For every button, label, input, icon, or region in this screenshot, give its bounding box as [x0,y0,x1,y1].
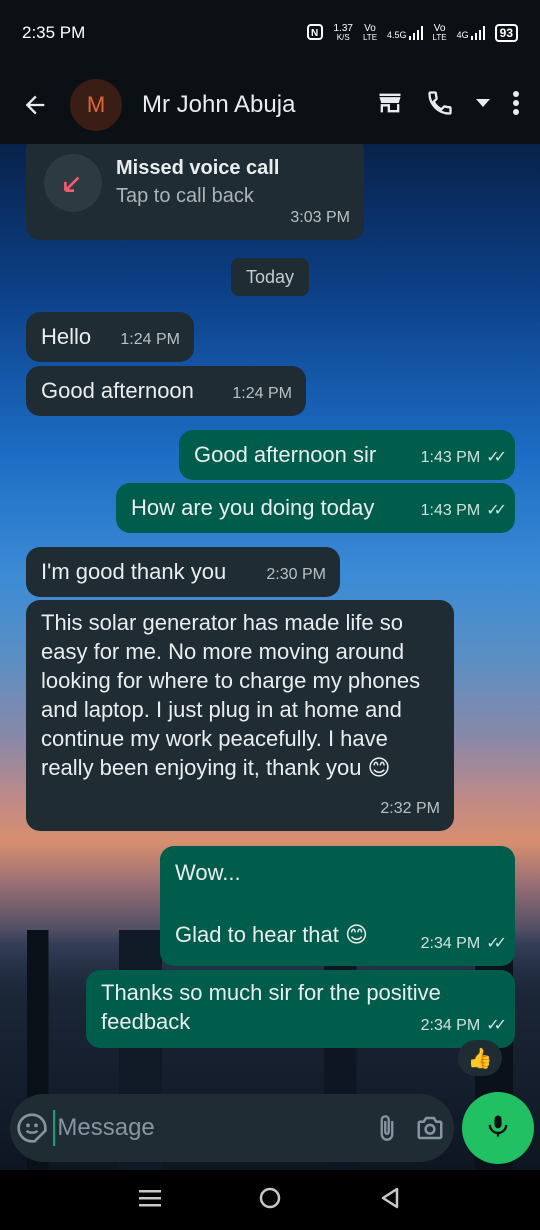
message-text: Hello [41,324,92,349]
message-bubble-incoming[interactable]: This solar generator has made life so ea… [26,600,454,831]
status-bar: 2:35 PM N 1.37 K/S Vo LTE 4.5G Vo LTE 4G… [0,0,540,66]
attach-icon[interactable] [367,1112,406,1144]
message-text: I'm good thank you [41,559,227,584]
sim2-lte: LTE [432,33,447,42]
battery-icon: 93 [494,24,518,42]
missed-call-icon [44,154,102,212]
message-text: Good afternoon sir [194,442,377,467]
message-meta: 2:34 PM ✓✓ [420,1011,507,1040]
sim2-generation: 4G [456,30,469,40]
missed-call-title: Missed voice call [116,157,280,179]
dropdown-icon[interactable] [476,96,490,114]
read-receipt-icon: ✓✓ [486,502,507,519]
message-time: 2:30 PM [266,566,326,583]
back-arrow-icon[interactable] [0,91,70,119]
message-text: Good afternoon [41,378,194,403]
message-time: 2:34 PM [420,935,481,952]
read-receipt-icon: ✓✓ [486,1017,507,1034]
sim1-lte: LTE [362,33,378,42]
status-icons: N 1.37 K/S Vo LTE 4.5G Vo LTE 4G 93 [307,23,518,43]
header-actions [376,89,540,122]
message-time: 1:24 PM [120,331,180,348]
system-nav-bar [0,1170,540,1230]
nfc-icon: N [307,23,324,43]
net-speed: 1.37 K/S [333,24,352,42]
message-time: 3:03 PM [290,209,350,226]
signal-icon: 4G [457,26,485,40]
missed-call-bubble[interactable]: Missed voice call Tap to call back 3:03 … [26,144,364,240]
status-time: 2:35 PM [22,23,86,42]
net-speed-unit: K/S [336,33,350,42]
read-receipt-icon: ✓✓ [486,935,507,952]
message-text: Wow... [175,860,241,885]
message-composer [10,1094,454,1162]
message-bubble-outgoing[interactable]: Thanks so much sir for the positive feed… [86,970,515,1048]
battery-level: 93 [499,26,513,40]
text-cursor [53,1110,56,1146]
date-separator: Today [231,258,309,296]
signal-icon: 4.5G [387,26,423,40]
mic-button[interactable] [462,1092,534,1164]
message-bubble-outgoing[interactable]: Good afternoon sir 1:43 PM ✓✓ [179,430,515,480]
sticker-icon[interactable] [10,1112,53,1144]
avatar-letter: M [86,92,106,117]
chat-area[interactable]: Missed voice call Tap to call back 3:03 … [0,144,540,1170]
store-icon[interactable] [376,89,404,122]
phone-icon[interactable] [426,89,454,122]
contact-name[interactable]: Mr John Abuja [142,91,376,119]
back-icon[interactable] [379,1186,401,1215]
sim1-label: Vo LTE [363,24,377,42]
avatar[interactable]: M [70,79,122,131]
message-time: 1:43 PM [420,502,481,519]
home-icon[interactable] [258,1186,282,1215]
message-text: This solar generator has made life so ea… [41,610,421,780]
message-bubble-outgoing[interactable]: How are you doing today 1:43 PM ✓✓ [116,483,515,533]
missed-call-subtitle: Tap to call back [116,185,254,207]
svg-text:N: N [311,28,318,39]
message-time: 1:43 PM [420,449,481,466]
message-bubble-incoming[interactable]: Good afternoon 1:24 PM [26,366,306,416]
message-time: 1:24 PM [232,385,292,402]
sim1-generation: 4.5G [387,30,407,40]
message-input[interactable] [57,1114,368,1142]
message-meta: 2:34 PM ✓✓ [420,929,507,958]
recents-icon[interactable] [138,1188,161,1213]
message-time: 2:34 PM [420,1017,481,1034]
sim2-label: Vo LTE [433,24,447,42]
chat-header: M Mr John Abuja [0,66,540,144]
message-bubble-outgoing[interactable]: Wow... Glad to hear that 😊 2:34 PM ✓✓ [160,846,515,966]
message-meta: 1:43 PM ✓✓ [420,496,507,525]
message-meta: 1:43 PM ✓✓ [420,443,507,472]
message-bubble-incoming[interactable]: Hello 1:24 PM [26,312,194,362]
more-vertical-icon[interactable] [512,90,520,121]
message-text: How are you doing today [131,495,375,520]
mic-icon [484,1111,512,1146]
read-receipt-icon: ✓✓ [486,449,507,466]
message-time: 2:32 PM [380,800,440,817]
message-bubble-incoming[interactable]: I'm good thank you 2:30 PM [26,547,340,597]
camera-icon[interactable] [407,1113,454,1143]
reaction-thumbs-up[interactable]: 👍 [458,1040,502,1076]
